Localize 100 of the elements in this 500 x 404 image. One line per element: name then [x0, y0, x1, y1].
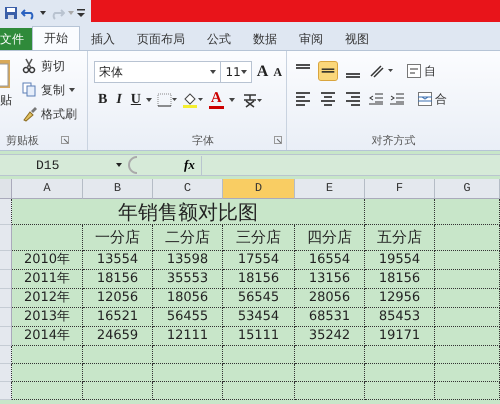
row-header[interactable] [0, 364, 12, 382]
table-cell: 68531 [295, 308, 365, 327]
empty-cell[interactable] [153, 382, 223, 400]
column-header[interactable]: E [295, 179, 365, 199]
table-cell: 19171 [365, 327, 435, 346]
empty-cell[interactable] [83, 364, 153, 382]
ribbon-tab[interactable]: 插入 [80, 28, 126, 50]
align-center-button[interactable] [318, 89, 338, 109]
empty-cell[interactable] [435, 364, 500, 382]
underline-button[interactable]: U [130, 93, 141, 107]
caret-icon[interactable] [40, 11, 46, 15]
border-icon[interactable] [156, 93, 177, 107]
italic-button[interactable]: I [116, 93, 122, 107]
ribbon-tab[interactable]: 数据 [242, 28, 288, 50]
resize-handle-icon[interactable] [128, 156, 138, 174]
paste-button[interactable]: 贴 [0, 92, 12, 109]
empty-cell[interactable] [435, 225, 500, 251]
caret-icon [240, 70, 247, 74]
table-cell: 24659 [83, 327, 153, 346]
row-header[interactable] [0, 382, 12, 400]
grow-font-button[interactable]: A [256, 64, 268, 80]
clipboard-format-button[interactable]: 格式刷 [22, 104, 77, 124]
caret-icon[interactable] [146, 98, 152, 102]
table-cell: 12111 [153, 327, 223, 346]
increase-indent-icon[interactable] [389, 91, 405, 107]
caret-icon[interactable] [228, 98, 235, 102]
empty-cell[interactable] [223, 364, 295, 382]
font-color-button[interactable]: A [208, 91, 224, 109]
empty-cell[interactable] [435, 346, 500, 364]
column-header[interactable]: F [365, 179, 435, 199]
column-header[interactable]: B [83, 179, 153, 199]
file-tab[interactable]: 文件 [0, 28, 32, 50]
empty-cell[interactable] [153, 346, 223, 364]
empty-cell[interactable] [435, 199, 500, 225]
insert-function-button[interactable]: fx [184, 157, 201, 173]
table-cell: 19554 [365, 251, 435, 270]
brush-icon [22, 106, 37, 122]
table-cell: 18156 [365, 270, 435, 289]
column-header[interactable]: D [223, 179, 295, 199]
empty-cell[interactable] [83, 346, 153, 364]
empty-cell[interactable] [295, 382, 365, 400]
font-name-dropdown[interactable]: 宋体 [94, 61, 222, 83]
empty-cell[interactable] [83, 382, 153, 400]
empty-cell[interactable] [435, 289, 500, 308]
empty-cell[interactable] [435, 308, 500, 327]
ribbon-tab[interactable]: 页面布局 [126, 28, 196, 50]
empty-cell[interactable] [153, 364, 223, 382]
table-cell: 56455 [153, 308, 223, 327]
empty-cell[interactable] [295, 346, 365, 364]
table-cell: 13156 [295, 270, 365, 289]
fill-color-icon[interactable] [182, 92, 204, 108]
caret-icon [210, 70, 216, 74]
table-cell: 12056 [83, 289, 153, 308]
bold-button[interactable]: B [98, 93, 108, 107]
merge-cells-icon [418, 92, 432, 106]
empty-cell[interactable] [365, 199, 435, 225]
empty-cell[interactable] [435, 270, 500, 289]
empty-cell[interactable] [223, 346, 295, 364]
table-cell: 13554 [83, 251, 153, 270]
align-left-button[interactable] [293, 89, 313, 109]
shrink-font-button[interactable]: A [273, 66, 282, 78]
ribbon-tab[interactable]: 视图 [334, 28, 380, 50]
align-middle-button[interactable] [318, 61, 338, 81]
empty-cell[interactable] [365, 346, 435, 364]
font-size-dropdown[interactable]: 11 [220, 61, 252, 83]
column-header[interactable]: C [153, 179, 223, 199]
wrap-text-button[interactable]: 自 [407, 62, 436, 80]
table-cell: 2013年 [12, 308, 83, 327]
merge-center-button[interactable]: 合 [418, 90, 447, 108]
ribbon-tab[interactable]: 公式 [196, 28, 242, 50]
ribbon-tab[interactable]: 开始 [32, 26, 80, 50]
table-header-cell: 二分店 [153, 225, 223, 251]
launcher-icon[interactable] [61, 136, 69, 144]
empty-cell[interactable] [435, 251, 500, 270]
row-header[interactable] [0, 346, 12, 364]
clipboard-cut-button[interactable]: 剪切 [22, 56, 77, 76]
empty-cell[interactable] [223, 382, 295, 400]
save-icon[interactable] [4, 6, 18, 20]
column-header[interactable]: A [12, 179, 83, 199]
empty-cell[interactable] [295, 364, 365, 382]
empty-cell[interactable] [435, 382, 500, 400]
caret-icon [69, 88, 75, 92]
table-header-cell: 三分店 [223, 225, 295, 251]
column-header[interactable]: G [435, 179, 500, 199]
empty-cell[interactable] [365, 364, 435, 382]
table-cell: 18156 [223, 270, 295, 289]
orientation-icon[interactable] [368, 63, 394, 79]
customize-icon[interactable] [77, 8, 85, 18]
table-header-cell: 五分店 [365, 225, 435, 251]
empty-cell[interactable] [435, 327, 500, 346]
align-right-button[interactable] [343, 89, 363, 109]
clipboard-copy-button[interactable]: 复制 [22, 80, 77, 100]
decrease-indent-icon[interactable] [368, 91, 384, 107]
table-cell: 53454 [223, 308, 295, 327]
launcher-icon[interactable] [274, 136, 282, 144]
table-cell: 13598 [153, 251, 223, 270]
row-header[interactable] [0, 199, 12, 225]
sheet-title: 年销售额对比图 [12, 199, 365, 225]
empty-cell[interactable] [365, 382, 435, 400]
ribbon-tab[interactable]: 审阅 [288, 28, 334, 50]
